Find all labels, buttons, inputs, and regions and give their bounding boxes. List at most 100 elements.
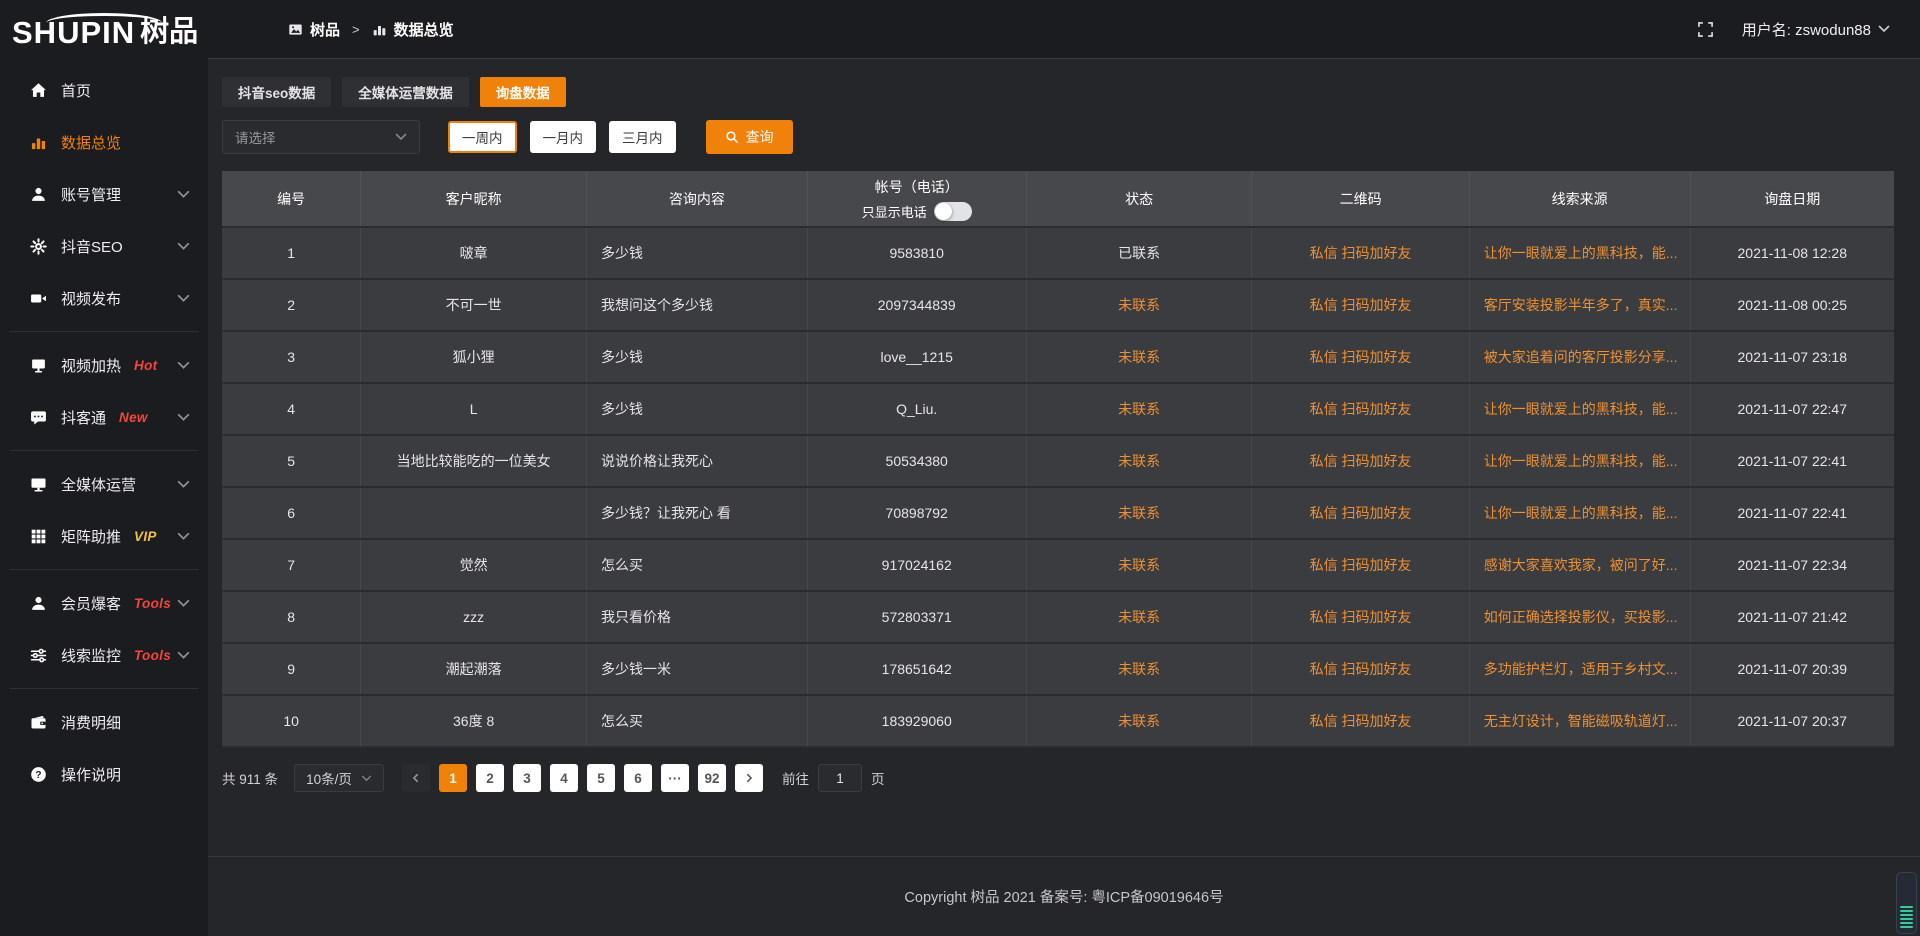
sidebar-item-account-management[interactable]: 账号管理 xyxy=(0,168,208,220)
cell-index: 6 xyxy=(222,487,361,539)
cell-index: 8 xyxy=(222,591,361,643)
cell-qrcode: 私信 扫码加好友 xyxy=(1252,435,1469,487)
column-header-account: 帐号（电话）只显示电话 xyxy=(807,171,1026,227)
cell-source: 感谢大家喜欢我家，被问了好... xyxy=(1469,539,1690,591)
page-button-6[interactable]: 6 xyxy=(624,764,652,792)
source-link[interactable]: 无主灯设计，智能磁吸轨道灯... xyxy=(1484,713,1678,729)
sidebar-item-video-heat[interactable]: 视频加热Hot xyxy=(0,339,208,391)
qr-friend-link[interactable]: 私信 扫码加好友 xyxy=(1310,557,1412,573)
source-link[interactable]: 客厅安装投影半年多了，真实... xyxy=(1484,297,1678,313)
cell-status: 未联系 xyxy=(1026,695,1252,747)
sidebar-item-home[interactable]: 首页 xyxy=(0,64,208,116)
footer: Copyright 树品 2021 备案号: 粤ICP备09019646号 xyxy=(208,856,1920,936)
qr-friend-link[interactable]: 私信 扫码加好友 xyxy=(1310,713,1412,729)
source-link[interactable]: 感谢大家喜欢我家，被问了好... xyxy=(1484,557,1678,573)
sidebar-item-douyin-seo[interactable]: 抖音SEO xyxy=(0,220,208,272)
qr-friend-link[interactable]: 私信 扫码加好友 xyxy=(1310,245,1412,261)
source-link[interactable]: 如何正确选择投影仪，买投影... xyxy=(1484,609,1678,625)
source-link[interactable]: 让你一眼就爱上的黑科技，能... xyxy=(1484,453,1678,469)
page-button-1[interactable]: 1 xyxy=(439,764,467,792)
source-link[interactable]: 让你一眼就爱上的黑科技，能... xyxy=(1484,245,1678,261)
column-header-source: 线索来源 xyxy=(1469,171,1690,227)
chevron-down-icon xyxy=(177,242,190,251)
page-button-3[interactable]: 3 xyxy=(513,764,541,792)
filter-select[interactable]: 请选择 xyxy=(222,120,420,154)
sidebar-item-consumption-detail[interactable]: 消费明细 xyxy=(0,696,208,748)
column-header-qrcode: 二维码 xyxy=(1252,171,1469,227)
chevron-down-icon xyxy=(177,361,190,370)
sidebar-item-matrix-boost[interactable]: 矩阵助推VIP xyxy=(0,510,208,562)
sidebar-item-omni-media[interactable]: 全媒体运营 xyxy=(0,458,208,510)
cell-date: 2021-11-07 21:42 xyxy=(1690,591,1894,643)
source-link[interactable]: 让你一眼就爱上的黑科技，能... xyxy=(1484,401,1678,417)
page-button-2[interactable]: 2 xyxy=(476,764,504,792)
topbar-right: 用户名: zswodun88 xyxy=(1697,19,1920,40)
qr-friend-link[interactable]: 私信 扫码加好友 xyxy=(1310,609,1412,625)
cell-source: 如何正确选择投影仪，买投影... xyxy=(1469,591,1690,643)
source-link[interactable]: 让你一眼就爱上的黑科技，能... xyxy=(1484,505,1678,521)
cell-qrcode: 私信 扫码加好友 xyxy=(1252,539,1469,591)
table-row: 2不可一世我想问这个多少钱2097344839未联系私信 扫码加好友客厅安装投影… xyxy=(222,279,1894,331)
sidebar-item-member-baoke[interactable]: 会员爆客Tools xyxy=(0,577,208,629)
monitor-icon xyxy=(30,476,47,493)
sidebar-item-label: 数据总览 xyxy=(61,132,121,153)
cell-account: 9583810 xyxy=(807,227,1026,279)
column-header-date: 询盘日期 xyxy=(1690,171,1894,227)
cell-qrcode: 私信 扫码加好友 xyxy=(1252,227,1469,279)
page-button-92[interactable]: 92 xyxy=(698,764,726,792)
cell-status: 未联系 xyxy=(1026,539,1252,591)
qr-friend-link[interactable]: 私信 扫码加好友 xyxy=(1310,401,1412,417)
sidebar-badge-tools: Tools xyxy=(134,648,171,663)
cell-source: 让你一眼就爱上的黑科技，能... xyxy=(1469,435,1690,487)
breadcrumb-item-home[interactable]: 树品 xyxy=(288,19,340,40)
cell-status: 未联系 xyxy=(1026,591,1252,643)
site-image-icon xyxy=(288,22,303,37)
cell-content: 多少钱 xyxy=(586,331,807,383)
next-page-button[interactable] xyxy=(735,764,763,792)
user-menu[interactable]: 用户名: zswodun88 xyxy=(1742,19,1890,40)
fullscreen-icon[interactable] xyxy=(1697,21,1714,38)
tab-douyin-seo-data[interactable]: 抖音seo数据 xyxy=(222,77,331,107)
sidebar-item-lead-monitor[interactable]: 线索监控Tools xyxy=(0,629,208,681)
app-logo[interactable]: SHUPIN 树品 xyxy=(0,11,236,48)
qr-friend-link[interactable]: 私信 扫码加好友 xyxy=(1310,661,1412,677)
source-link[interactable]: 多功能护栏灯，适用于乡村文... xyxy=(1484,661,1678,677)
query-button[interactable]: 查询 xyxy=(706,120,793,154)
goto-page-input[interactable] xyxy=(818,764,862,792)
phone-only-toggle[interactable] xyxy=(934,202,972,221)
qr-friend-link[interactable]: 私信 扫码加好友 xyxy=(1310,349,1412,365)
page-size-select[interactable]: 10条/页 xyxy=(294,764,384,792)
inquiry-table: 编号客户昵称咨询内容帐号（电话）只显示电话状态二维码线索来源询盘日期 1啵章多少… xyxy=(222,171,1894,748)
prev-page-button[interactable] xyxy=(402,764,430,792)
source-link[interactable]: 被大家追着问的客厅投影分享... xyxy=(1484,349,1678,365)
sidebar: 首页数据总览账号管理抖音SEO视频发布视频加热Hot抖客通New 全媒体运营矩阵助… xyxy=(0,58,208,936)
cell-nickname: 不可一世 xyxy=(361,279,587,331)
cell-content: 多少钱 xyxy=(586,383,807,435)
period-button-one-week[interactable]: 一周内 xyxy=(448,121,517,153)
period-button-three-months[interactable]: 三月内 xyxy=(609,121,676,153)
grid-icon xyxy=(30,528,47,545)
qr-friend-link[interactable]: 私信 扫码加好友 xyxy=(1310,297,1412,313)
cell-source: 让你一眼就爱上的黑科技，能... xyxy=(1469,383,1690,435)
search-icon xyxy=(725,130,739,144)
page-size-label: 10条/页 xyxy=(306,768,352,788)
cell-qrcode: 私信 扫码加好友 xyxy=(1252,695,1469,747)
page-button-4[interactable]: 4 xyxy=(550,764,578,792)
qr-friend-link[interactable]: 私信 扫码加好友 xyxy=(1310,505,1412,521)
sidebar-item-data-overview[interactable]: 数据总览 xyxy=(0,116,208,168)
tab-inquiry-data[interactable]: 询盘数据 xyxy=(480,77,566,107)
cell-qrcode: 私信 扫码加好友 xyxy=(1252,591,1469,643)
chevron-down-icon xyxy=(361,775,372,782)
cell-nickname: 36度 8 xyxy=(361,695,587,747)
sidebar-item-operation-guide[interactable]: ?操作说明 xyxy=(0,748,208,800)
chevron-down-icon xyxy=(177,480,190,489)
tab-omni-media-data[interactable]: 全媒体运营数据 xyxy=(342,77,469,107)
period-button-one-month[interactable]: 一月内 xyxy=(530,121,597,153)
page-button-5[interactable]: 5 xyxy=(587,764,615,792)
more-pages-button[interactable]: ··· xyxy=(661,764,689,792)
sidebar-item-douketong[interactable]: 抖客通New xyxy=(0,391,208,443)
sidebar-item-video-publish[interactable]: 视频发布 xyxy=(0,272,208,324)
video-icon xyxy=(30,290,47,307)
table-row: 1啵章多少钱9583810已联系私信 扫码加好友让你一眼就爱上的黑科技，能...… xyxy=(222,227,1894,279)
qr-friend-link[interactable]: 私信 扫码加好友 xyxy=(1310,453,1412,469)
